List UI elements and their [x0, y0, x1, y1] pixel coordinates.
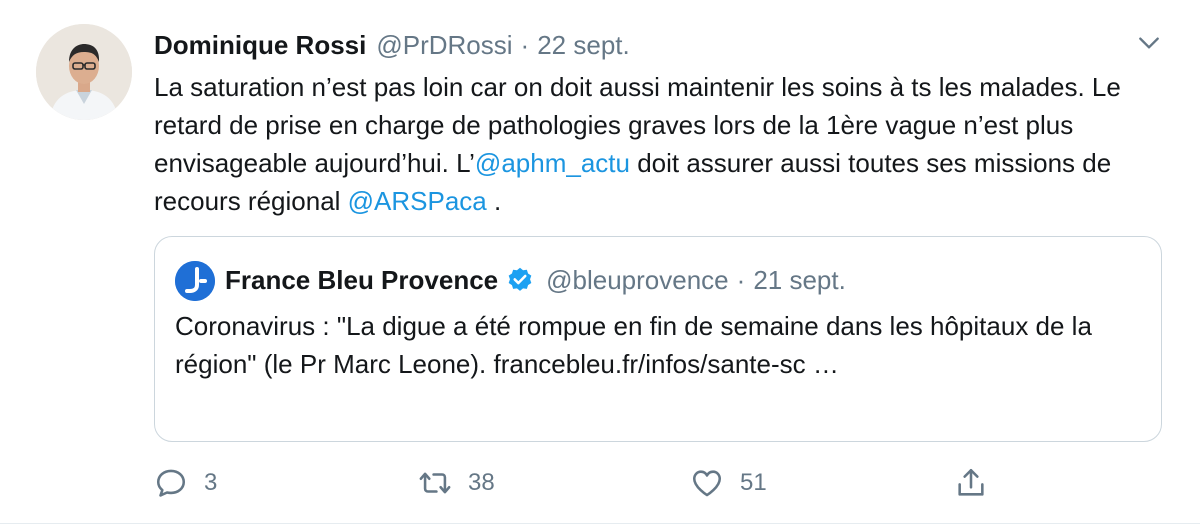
quoted-text: Coronavirus : "La digue a été rompue en … [175, 311, 1092, 379]
quoted-tweet[interactable]: France Bleu Provence @bleuprovence · 21 … [154, 236, 1162, 442]
quoted-date[interactable]: 21 sept. [753, 261, 846, 299]
mention-link[interactable]: @aphm_actu [475, 148, 630, 178]
reply-button[interactable]: 3 [154, 458, 217, 508]
quoted-handle[interactable]: @bleuprovence [546, 261, 729, 299]
mention-link[interactable]: @ARSPaca [348, 186, 487, 216]
tweet-text-segment: . [486, 186, 502, 216]
quoted-header: France Bleu Provence @bleuprovence · 21 … [225, 261, 846, 299]
author-handle[interactable]: @PrDRossi [376, 26, 512, 64]
retweet-icon [419, 472, 451, 494]
avatar-photo [36, 24, 132, 120]
chevron-down-icon[interactable] [1136, 30, 1162, 56]
avatar[interactable] [36, 24, 132, 120]
tweet-text: La saturation n’est pas loin car on doit… [154, 68, 1144, 220]
retweet-button[interactable]: 38 [418, 458, 495, 508]
comment-icon [156, 469, 186, 497]
heart-icon [692, 470, 722, 497]
separator-dot: · [520, 30, 530, 60]
action-bar: 3 38 51 [154, 458, 1014, 508]
france-bleu-logo-icon [175, 261, 215, 301]
like-button[interactable]: 51 [690, 458, 767, 508]
quoted-display-name[interactable]: France Bleu Provence [225, 261, 498, 299]
separator-dot: · [736, 265, 746, 295]
like-count: 51 [740, 469, 767, 496]
quoted-avatar [175, 261, 215, 301]
tweet-card: Dominique Rossi @PrDRossi · 22 sept. La … [0, 0, 1200, 524]
share-button[interactable] [954, 458, 1004, 508]
retweet-count: 38 [468, 469, 495, 496]
share-icon [958, 468, 984, 496]
reply-count: 3 [204, 469, 218, 496]
tweet-date[interactable]: 22 sept. [537, 26, 630, 64]
verified-badge-icon [508, 267, 532, 291]
tweet-header: Dominique Rossi @PrDRossi · 22 sept. [154, 26, 630, 64]
author-display-name[interactable]: Dominique Rossi [154, 26, 366, 64]
